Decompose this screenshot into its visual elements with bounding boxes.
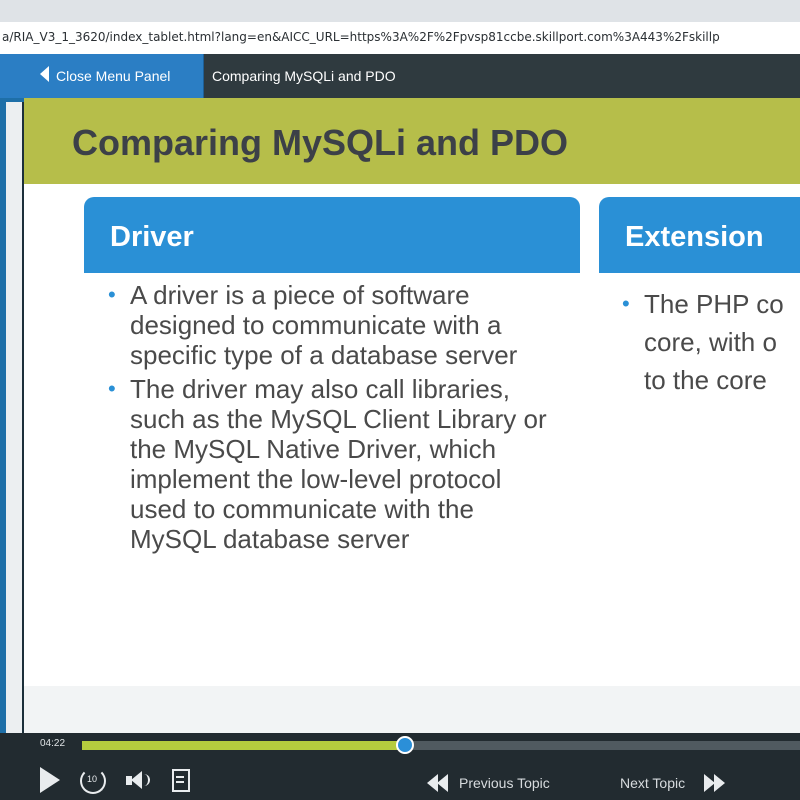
driver-card-header: Driver [84,197,580,273]
previous-double-chevron-icon [437,774,448,792]
slide-footer [24,686,800,733]
bullet-dot: • [108,376,116,401]
previous-topic-label: Previous Topic [459,775,550,791]
extension-card-heading: Extension [625,221,764,253]
slide-title-banner: Comparing MySQLi and PDO [24,98,800,184]
player-controls: 04:22 10 Previous Topic Next Topic [0,733,800,800]
course-header: Close Menu Panel Comparing MySQLi and PD… [0,54,800,98]
driver-bullet-list: • A driver is a piece of software designe… [108,280,548,558]
bullet-text: The PHP co core, with o to the core [644,289,784,395]
next-topic-label: Next Topic [620,775,686,791]
progress-handle[interactable] [396,736,415,754]
address-bar-url[interactable]: a/RIA_V3_1_3620/index_tablet.html?lang=e… [2,30,720,44]
play-icon [40,767,60,793]
bullet-dot: • [108,282,116,307]
play-button[interactable] [36,765,62,795]
notes-button[interactable] [170,768,192,794]
volume-button[interactable] [126,769,152,793]
slide-title: Comparing MySQLi and PDO [72,122,569,163]
chevron-left-icon [40,66,49,82]
menu-panel-edge [0,98,25,762]
volume-icon-cone [131,771,142,789]
bullet-text: A driver is a piece of software designed… [130,280,518,370]
browser-tab-strip [0,0,800,22]
address-bar[interactable]: a/RIA_V3_1_3620/index_tablet.html?lang=e… [0,22,800,55]
list-item: • The PHP co core, with o to the core [622,285,792,399]
list-item: • The driver may also call libraries, suc… [108,374,548,554]
extension-bullet-list: • The PHP co core, with o to the core [622,285,792,403]
notes-icon-line [176,781,184,783]
topic-title: Comparing MySQLi and PDO [212,68,396,84]
slide-area: Comparing MySQLi and PDO Driver • A drive… [24,98,800,733]
replay-seconds: 10 [87,774,98,784]
close-menu-panel-button[interactable]: Close Menu Panel [0,54,204,98]
driver-card-heading: Driver [110,221,194,253]
elapsed-time: 04:22 [40,738,66,749]
menu-panel-scroll[interactable] [6,102,25,762]
notes-icon-line [176,776,184,778]
next-double-chevron-icon [714,774,725,792]
extension-card-header: Extension [599,197,800,273]
bullet-text: The driver may also call libraries, such… [130,374,547,554]
list-item: • A driver is a piece of software designe… [108,280,548,370]
bullet-dot: • [622,291,630,316]
replay-10-button[interactable]: 10 [78,766,108,796]
volume-icon-wave [143,774,150,786]
close-menu-panel-label: Close Menu Panel [56,68,171,84]
progress-track[interactable] [82,736,800,754]
progress-fill [82,741,406,750]
previous-topic-button[interactable]: Previous Topic [425,773,585,797]
next-topic-button[interactable]: Next Topic [620,773,750,797]
